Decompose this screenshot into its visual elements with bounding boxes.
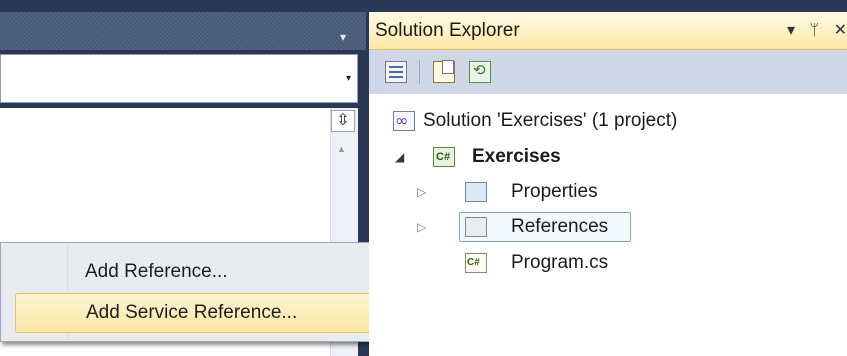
properties-icon[interactable]: [385, 61, 407, 83]
tree-item-solution[interactable]: Solution 'Exercises' (1 project): [393, 106, 833, 136]
solution-explorer-panel: Solution Explorer ▾ ᛘ ✕ Solution 'Exerci…: [369, 0, 847, 356]
tree-item-label: Program.cs: [511, 252, 609, 273]
tree-item-label: Solution 'Exercises' (1 project): [423, 110, 678, 131]
refresh-icon[interactable]: [469, 61, 491, 83]
chevron-down-icon[interactable]: ▾: [346, 73, 351, 84]
expand-arrow-icon[interactable]: ▷: [417, 177, 426, 207]
menu-item-label: Add Reference...: [85, 261, 228, 282]
tree-item-label: References: [511, 216, 609, 237]
panel-title: Solution Explorer: [375, 20, 520, 41]
chevron-down-icon[interactable]: ▾: [340, 30, 346, 44]
solution-icon: [393, 106, 415, 136]
pane-buttons: ▾ ᛘ ✕: [777, 20, 847, 40]
window-position-icon[interactable]: ▾: [787, 22, 795, 39]
scroll-up-icon[interactable]: ▲: [337, 144, 346, 154]
panel-title-bar[interactable]: Solution Explorer ▾ ᛘ ✕: [369, 12, 847, 50]
tree-item-label: Properties: [511, 181, 598, 202]
tree-item-label: Exercises: [472, 146, 561, 167]
tree-item-properties[interactable]: ▷ Properties: [415, 177, 835, 207]
pin-icon[interactable]: ᛘ: [810, 22, 820, 39]
solution-tree: Solution 'Exercises' (1 project) ◢ Exerc…: [369, 94, 847, 356]
references-folder-icon: [465, 217, 487, 237]
tree-item-references[interactable]: ▷ References: [415, 212, 835, 242]
collapse-arrow-icon[interactable]: ◢: [395, 142, 404, 172]
member-dropdown[interactable]: ▾: [0, 54, 358, 103]
close-icon[interactable]: ✕: [834, 22, 847, 39]
editor-tab-strip: ▾: [0, 12, 366, 50]
tree-item-program-cs[interactable]: Program.cs: [415, 248, 835, 278]
tree-item-project[interactable]: ◢ Exercises: [393, 142, 833, 172]
solution-explorer-toolbar: [369, 50, 847, 94]
menu-item-label: Add Service Reference...: [86, 302, 298, 323]
csharp-file-icon: [465, 248, 487, 278]
expand-arrow-icon[interactable]: ▷: [417, 212, 426, 242]
show-all-files-icon[interactable]: [433, 60, 455, 83]
split-window-button[interactable]: ⇳: [331, 110, 355, 132]
properties-folder-icon: [465, 182, 487, 202]
toolbar-separator: [419, 60, 420, 84]
csharp-project-icon: [433, 142, 455, 172]
